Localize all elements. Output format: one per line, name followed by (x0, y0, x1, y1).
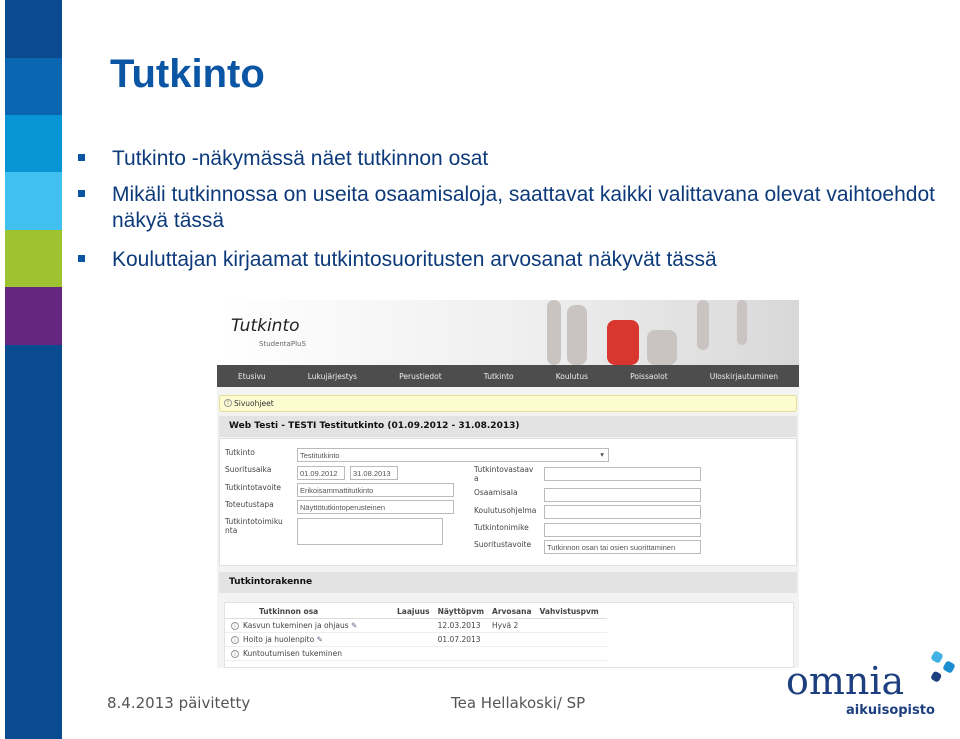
label: Tutkintovastaav a (474, 465, 534, 483)
osaamisala-input[interactable] (544, 488, 701, 502)
people-image (737, 300, 747, 345)
suoritustavoite-input[interactable]: Tutkinnon osan tai osien suorittaminen (544, 540, 701, 554)
label: Osaamisala (474, 488, 518, 497)
bullet: Kouluttajan kirjaamat tutkintosuorituste… (78, 247, 938, 273)
edit-pen-icon[interactable]: ✎ (317, 635, 323, 644)
help-bar[interactable]: ? Sivuohjeet (219, 395, 797, 412)
info-icon[interactable]: i (231, 622, 239, 630)
label: Koulutusohjelma (474, 506, 537, 515)
label: Suoritustavoite (474, 540, 532, 549)
people-image (697, 300, 709, 350)
app-title: Tutkinto (231, 316, 300, 336)
nimike-input[interactable] (544, 523, 701, 537)
ohjelma-input[interactable] (544, 505, 701, 519)
structure-table: Tutkinnon osa Laajuus Näyttöpvm Arvosana… (225, 605, 607, 661)
nav-perustiedot[interactable]: Perustiedot (399, 372, 442, 381)
bullet-icon (78, 154, 85, 161)
table-row[interactable]: i Kasvun tukeminen ja ohjaus ✎ 12.03.2013… (225, 618, 607, 633)
label: Tutkinto (225, 448, 255, 457)
app-banner: Tutkinto StudentaPluS (217, 300, 799, 365)
bullet: Mikäli tutkinnossa on useita osaamisaloj… (78, 182, 948, 234)
tutkinto-select[interactable]: Testitutkinto ▾ (297, 448, 609, 462)
nav-koulutus[interactable]: Koulutus (556, 372, 588, 381)
nav-logout[interactable]: Uloskirjautuminen (710, 372, 778, 381)
band (5, 58, 62, 115)
vastaava-input[interactable] (544, 467, 701, 481)
label: Suoritusaika (225, 465, 272, 474)
band (5, 287, 62, 345)
svg-text:omnia: omnia (786, 659, 904, 703)
main-nav: Etusivu Lukujärjestys Perustiedot Tutkin… (217, 365, 799, 387)
band (5, 230, 62, 287)
bullet-icon (78, 190, 85, 197)
toimikunta-textarea[interactable] (297, 518, 443, 545)
footer-date: 8.4.2013 päivitetty (107, 694, 251, 712)
degree-form: Tutkinto Testitutkinto ▾ Suoritusaika 01.… (219, 438, 797, 566)
band (5, 345, 62, 739)
edit-pen-icon[interactable]: ✎ (351, 621, 357, 630)
people-image (567, 305, 587, 365)
omnia-logo-mark: omnia aikuisopisto (786, 651, 955, 718)
nav-etusivu[interactable]: Etusivu (238, 372, 266, 381)
label: Tutkintotavoite (225, 483, 282, 492)
svg-text:aikuisopisto: aikuisopisto (846, 703, 935, 718)
label: Toteutustapa (225, 500, 274, 509)
people-image (547, 300, 561, 365)
table-header: Tutkinnon osa Laajuus Näyttöpvm Arvosana… (225, 605, 607, 619)
table-row[interactable]: i Kuntoutumisen tukeminen (225, 646, 607, 661)
end-date-input[interactable]: 31.08.2013 (350, 466, 398, 480)
footer-author: Tea Hellakoski/ SP (451, 694, 586, 712)
omnia-logo: omnia aikuisopisto (786, 650, 958, 720)
section-header-tutkintorakenne[interactable]: Tutkintorakenne (219, 572, 797, 593)
toteutus-input[interactable]: Näyttötutkintoperusteinen (297, 500, 454, 514)
label: Tutkintonimike (474, 523, 529, 532)
band (5, 115, 62, 172)
table-row[interactable]: i Hoito ja huolenpito ✎ 01.07.2013 (225, 632, 607, 647)
structure-panel: Tutkinnon osa Laajuus Näyttöpvm Arvosana… (219, 594, 797, 668)
bullet: Tutkinto -näkymässä näet tutkinnon osat (78, 146, 938, 172)
app-screenshot: Tutkinto StudentaPluS Etusivu Lukujärjes… (217, 300, 799, 668)
section-header-web-testi[interactable]: Web Testi - TESTI Testitutkinto (01.09.2… (219, 416, 797, 437)
nav-tutkinto[interactable]: Tutkinto (484, 372, 514, 381)
bullet-icon (78, 255, 85, 262)
start-date-input[interactable]: 01.09.2012 (297, 466, 345, 480)
chevron-down-icon: ▾ (600, 450, 604, 459)
nav-lukujarjestys[interactable]: Lukujärjestys (308, 372, 357, 381)
nav-poissaolot[interactable]: Poissaolot (630, 372, 668, 381)
band (5, 172, 62, 230)
info-icon[interactable]: i (231, 650, 239, 658)
people-image (607, 320, 639, 365)
structure-table-wrap: Tutkinnon osa Laajuus Näyttöpvm Arvosana… (224, 602, 794, 668)
slide-title: Tutkinto (110, 52, 265, 96)
info-icon[interactable]: i (231, 636, 239, 644)
app-subtitle: StudentaPluS (259, 340, 306, 348)
band (5, 0, 62, 58)
help-icon: ? (224, 399, 232, 407)
people-image (647, 330, 677, 365)
label: Tutkintotoimiku nta (225, 517, 283, 535)
tavoite-input[interactable]: Erikoisammattitutkinto (297, 483, 454, 497)
